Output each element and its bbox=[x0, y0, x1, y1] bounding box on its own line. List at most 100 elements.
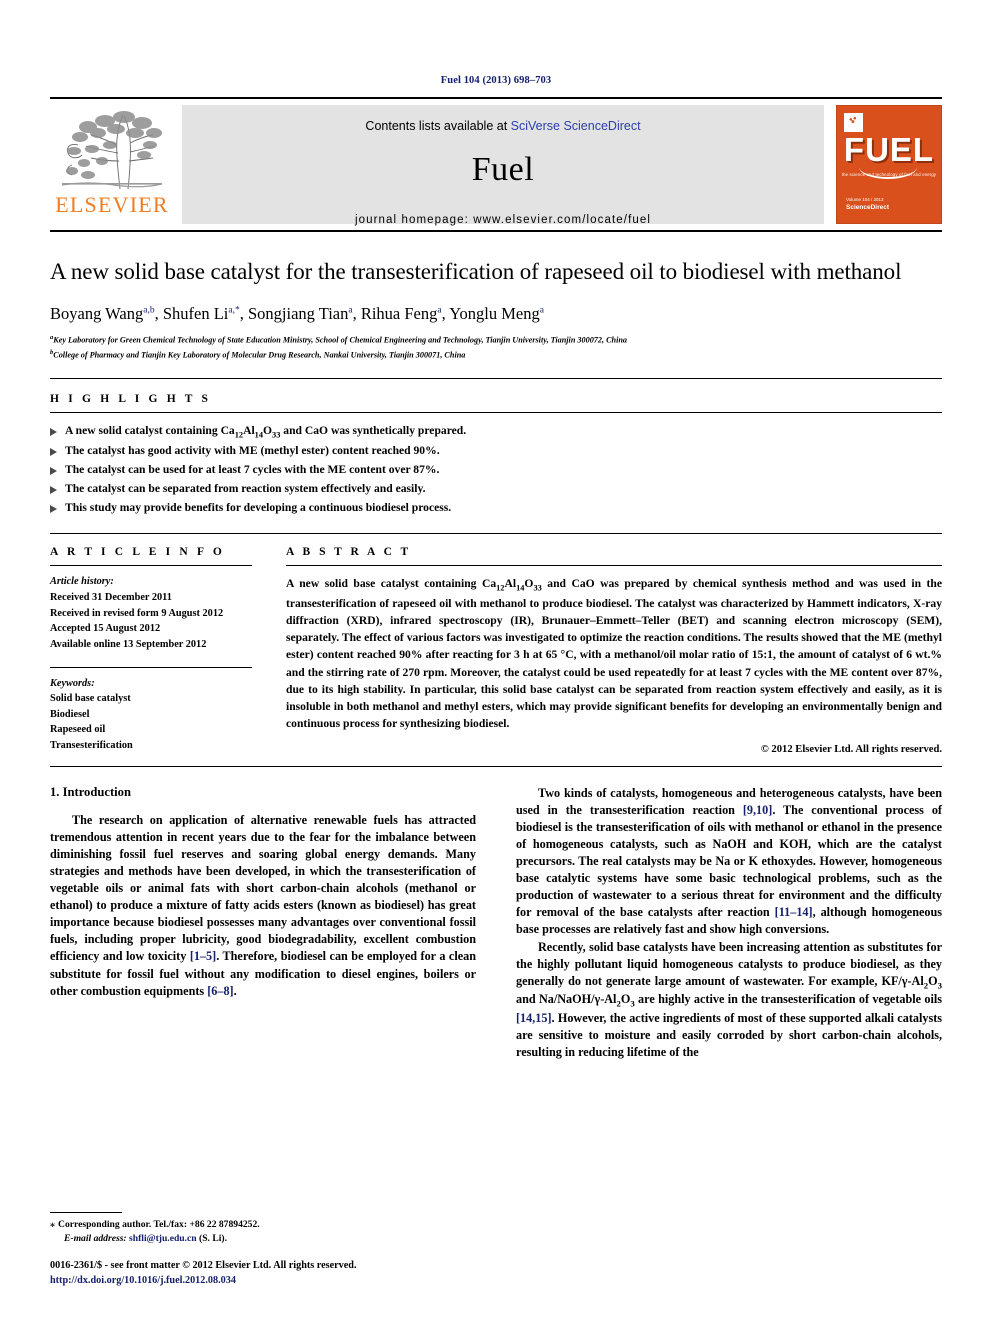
keywords-label: Keywords: bbox=[50, 677, 95, 689]
author-affiliation-mark: a,b bbox=[143, 305, 155, 316]
journal-cover-thumbnail: FUEL the science and technology of fuel … bbox=[836, 105, 942, 224]
body-column-left: 1. Introduction The research on applicat… bbox=[50, 785, 476, 1062]
footnote-rule bbox=[50, 1211, 122, 1213]
body-column-right: Two kinds of catalysts, homogeneous and … bbox=[516, 785, 942, 1062]
list-item: The catalyst can be used for at least 7 … bbox=[50, 461, 942, 480]
citation-ref[interactable]: [9,10] bbox=[743, 803, 772, 817]
asterisk-icon: ⁎ bbox=[50, 1218, 56, 1230]
highlights-list: A new solid catalyst containing Ca12Al14… bbox=[50, 422, 942, 517]
author-item: Boyang Wanga,b bbox=[50, 304, 155, 323]
author-name: Yonglu Meng bbox=[449, 304, 540, 324]
author-name: Boyang Wang bbox=[50, 304, 144, 324]
affiliation-text: College of Pharmacy and Tianjin Key Labo… bbox=[53, 350, 466, 360]
cover-publisher: ScienceDirect bbox=[846, 204, 889, 212]
affiliation-item: aKey Laboratory for Green Chemical Techn… bbox=[50, 333, 942, 347]
highlight-text: The catalyst can be used for at least 7 … bbox=[65, 462, 440, 476]
elsevier-wordmark: ELSEVIER bbox=[55, 192, 169, 217]
cover-tagline: the science and technology of fuel and e… bbox=[841, 172, 937, 177]
email-line: E-mail address: shfli@tju.edu.cn (S. Li)… bbox=[50, 1232, 474, 1246]
author-separator: , bbox=[154, 304, 163, 324]
keyword-item: Solid base catalyst bbox=[50, 693, 131, 705]
affiliation-list: aKey Laboratory for Green Chemical Techn… bbox=[50, 333, 942, 362]
citation-ref[interactable]: [11–14] bbox=[775, 905, 813, 919]
author-item: Shufen Lia,* bbox=[163, 304, 240, 323]
highlights-top-rule bbox=[50, 378, 942, 380]
email-link[interactable]: shfli@tju.edu.cn bbox=[129, 1233, 197, 1244]
history-item: Available online 13 September 2012 bbox=[50, 638, 207, 650]
history-item: Accepted 15 August 2012 bbox=[50, 623, 161, 635]
paragraph: Two kinds of catalysts, homogeneous and … bbox=[516, 785, 942, 937]
cover-volume: Volume 104 / 2013 bbox=[846, 196, 884, 202]
corresponding-line: ⁎ Corresponding author. Tel./fax: +86 22 … bbox=[50, 1218, 474, 1232]
author-affiliation-mark: a,* bbox=[228, 305, 240, 316]
article-history-block: Article history: Received 31 December 20… bbox=[50, 574, 252, 652]
paragraph: The research on application of alternati… bbox=[50, 812, 476, 998]
body-top-rule bbox=[50, 765, 942, 767]
keywords-divider-rule bbox=[50, 666, 252, 668]
highlight-text: The catalyst has good activity with ME (… bbox=[65, 444, 440, 458]
author-separator: , bbox=[239, 304, 248, 324]
article-info-underline-rule bbox=[50, 565, 252, 567]
affiliation-text: Key Laboratory for Green Chemical Techno… bbox=[53, 336, 628, 346]
article-history-label: Article history: bbox=[50, 576, 114, 588]
highlight-text: This study may provide benefits for deve… bbox=[65, 500, 452, 514]
bullet-triangle-icon bbox=[50, 485, 57, 494]
elsevier-logo: ELSEVIER bbox=[50, 99, 174, 230]
keywords-block: Keywords: Solid base catalyst Biodiesel … bbox=[50, 676, 252, 754]
history-item: Received in revised form 9 August 2012 bbox=[50, 607, 224, 619]
contents-prefix: Contents lists available at bbox=[365, 119, 511, 133]
body-columns: 1. Introduction The research on applicat… bbox=[50, 785, 942, 1062]
email-suffix: (S. Li). bbox=[199, 1232, 228, 1244]
sciencedirect-link[interactable]: SciVerse ScienceDirect bbox=[511, 119, 641, 133]
bullet-triangle-icon bbox=[50, 466, 57, 475]
citation-ref[interactable]: [1–5] bbox=[190, 949, 216, 963]
abstract-column: A B S T R A C T A new solid base catalys… bbox=[274, 534, 942, 755]
author-list: Boyang Wanga,b, Shufen Lia,*, Songjiang … bbox=[50, 303, 942, 324]
highlights-heading: H I G H L I G H T S bbox=[50, 393, 212, 406]
email-label: E-mail address: bbox=[64, 1232, 127, 1244]
highlight-text: The catalyst can be separated from react… bbox=[65, 481, 426, 495]
author-separator: , bbox=[352, 304, 361, 324]
list-item: This study may provide benefits for deve… bbox=[50, 499, 942, 518]
abstract-copyright: © 2012 Elsevier Ltd. All rights reserved… bbox=[760, 743, 942, 755]
elsevier-tree-icon bbox=[58, 105, 166, 193]
page-title: A new solid base catalyst for the transe… bbox=[50, 259, 902, 284]
citation-ref[interactable]: [14,15] bbox=[516, 1011, 552, 1025]
author-name: Songjiang Tian bbox=[247, 304, 349, 324]
paragraph: Recently, solid base catalysts have been… bbox=[516, 939, 942, 1060]
highlights-underline-rule bbox=[50, 412, 942, 414]
history-item: Received 31 December 2011 bbox=[50, 591, 172, 603]
footnote-region: ⁎ Corresponding author. Tel./fax: +86 22 … bbox=[50, 1211, 474, 1289]
list-item: A new solid catalyst containing Ca12Al14… bbox=[50, 422, 942, 442]
abstract-underline-rule bbox=[286, 565, 942, 567]
info-abstract-region: A R T I C L E I N F O Article history: R… bbox=[50, 533, 942, 755]
bullet-triangle-icon bbox=[50, 504, 57, 513]
bullet-triangle-icon bbox=[50, 428, 57, 437]
citation-ref[interactable]: [6–8] bbox=[207, 984, 233, 998]
journal-homepage-link[interactable]: journal homepage: www.elsevier.com/locat… bbox=[355, 214, 651, 226]
author-affiliation-mark: a bbox=[539, 305, 544, 316]
author-item: Rihua Fenga bbox=[361, 304, 442, 323]
keyword-item: Transesterification bbox=[50, 740, 133, 752]
issn-line: 0016-2361/$ - see front matter © 2012 El… bbox=[50, 1260, 357, 1272]
bullet-triangle-icon bbox=[50, 448, 57, 457]
contents-lists-line: Contents lists available at SciVerse Sci… bbox=[365, 119, 640, 133]
cover-footer: Volume 104 / 2013 ScienceDirect bbox=[846, 197, 889, 214]
cover-elsevier-mark bbox=[844, 113, 863, 132]
list-item: The catalyst can be separated from react… bbox=[50, 480, 942, 499]
doi-link[interactable]: http://dx.doi.org/10.1016/j.fuel.2012.08… bbox=[50, 1274, 474, 1289]
journal-band: Contents lists available at SciVerse Sci… bbox=[182, 105, 824, 226]
author-name: Shufen Li bbox=[162, 304, 229, 324]
keyword-item: Rapeseed oil bbox=[50, 724, 106, 736]
article-info-heading: A R T I C L E I N F O bbox=[50, 546, 225, 559]
author-item: Yonglu Menga bbox=[449, 304, 544, 323]
affiliation-item: bCollege of Pharmacy and Tianjin Key Lab… bbox=[50, 348, 942, 362]
author-name: Rihua Feng bbox=[360, 304, 438, 324]
journal-title: Fuel bbox=[471, 151, 535, 188]
highlight-text: A new solid catalyst containing Ca12Al14… bbox=[65, 424, 467, 440]
abstract-text: A new solid base catalyst containing Ca1… bbox=[286, 577, 942, 731]
corresponding-author-note: ⁎ Corresponding author. Tel./fax: +86 22 … bbox=[50, 1218, 474, 1246]
keyword-item: Biodiesel bbox=[50, 708, 90, 720]
running-head: Fuel 104 (2013) 698–703 bbox=[440, 75, 552, 86]
cover-tree-icon bbox=[847, 115, 860, 126]
